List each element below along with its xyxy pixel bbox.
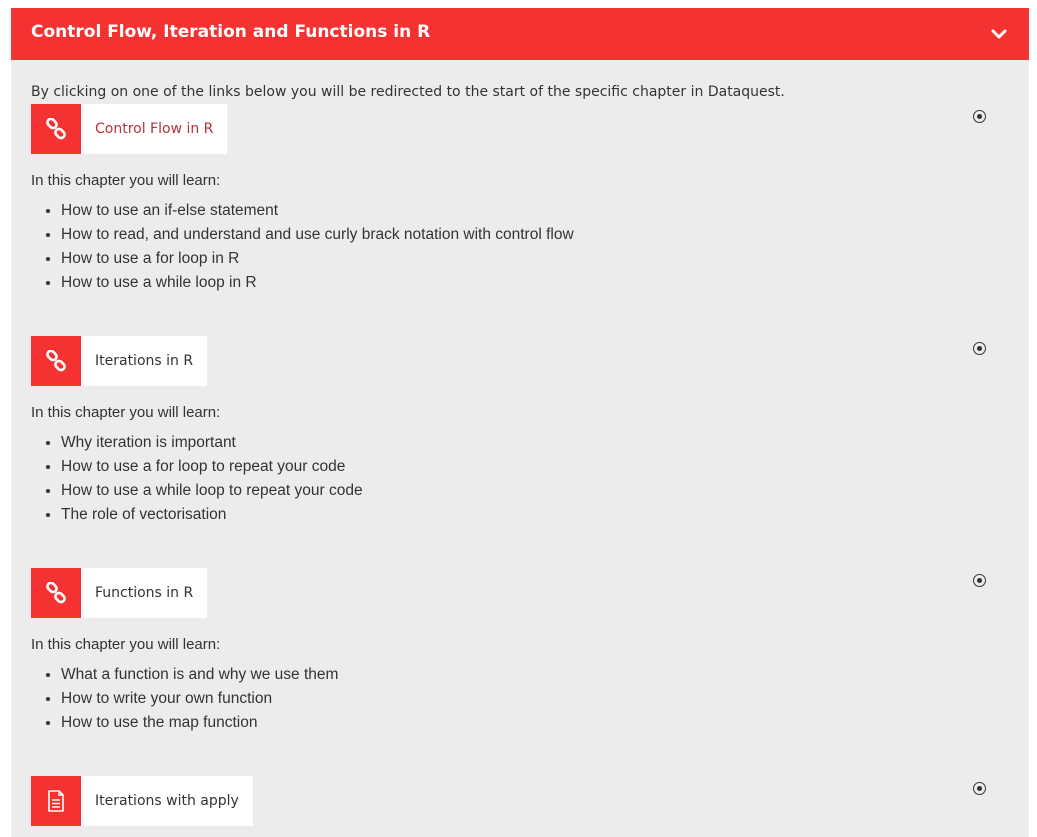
activity-link-label[interactable]: Iterations in R [81,336,208,386]
learn-list: What a function is and why we use them H… [31,663,338,735]
learn-heading: In this chapter you will learn: [31,172,221,189]
section-intro: By clicking on one of the links below yo… [31,84,785,100]
activity-link[interactable]: Control Flow in R [31,104,991,154]
learn-heading: In this chapter you will learn: [31,636,221,653]
list-item: How to use a while loop in R [61,271,574,295]
list-item: The role of vectorisation [61,503,363,527]
list-item: How to use a for loop in R [61,247,574,271]
link-icon [46,582,66,604]
list-item: Why iteration is important [61,431,363,455]
completion-status-icon[interactable] [973,574,986,587]
completion-status-icon[interactable] [973,782,986,795]
link-icon [46,118,66,140]
activity-link[interactable]: Iterations in R [31,336,991,386]
list-item: How to write your own function [61,687,338,711]
activity-link[interactable]: Iterations with apply [31,776,991,826]
activity-functions: Functions in R [31,568,991,618]
list-item: What a function is and why we use them [61,663,338,687]
section-title: Control Flow, Iteration and Functions in… [31,22,431,42]
activity-iterations-apply: Iterations with apply [31,776,991,826]
list-item: How to use the map function [61,711,338,735]
activity-link[interactable]: Functions in R [31,568,991,618]
document-icon [48,790,64,812]
completion-status-icon[interactable] [973,342,986,355]
activity-control-flow: Control Flow in R [31,104,991,154]
list-item: How to read, and understand and use curl… [61,223,574,247]
list-item: How to use a for loop to repeat your cod… [61,455,363,479]
completion-status-icon[interactable] [973,110,986,123]
learn-list: Why iteration is important How to use a … [31,431,363,527]
section-header[interactable]: Control Flow, Iteration and Functions in… [11,8,1029,60]
course-section: Control Flow, Iteration and Functions in… [11,8,1029,837]
activity-link-label[interactable]: Functions in R [81,568,208,618]
list-item: How to use an if-else statement [61,199,574,223]
link-icon [46,350,66,372]
activity-icon-box [31,568,81,618]
learn-list: How to use an if-else statement How to r… [31,199,574,295]
activity-icon-box [31,104,81,154]
activity-icon-box [31,776,81,826]
chevron-down-icon[interactable] [991,26,1007,42]
list-item: How to use a while loop to repeat your c… [61,479,363,503]
learn-heading: In this chapter you will learn: [31,404,221,421]
activity-link-label[interactable]: Control Flow in R [81,104,228,154]
activity-link-label[interactable]: Iterations with apply [81,776,253,826]
activity-iterations: Iterations in R [31,336,991,386]
activity-icon-box [31,336,81,386]
